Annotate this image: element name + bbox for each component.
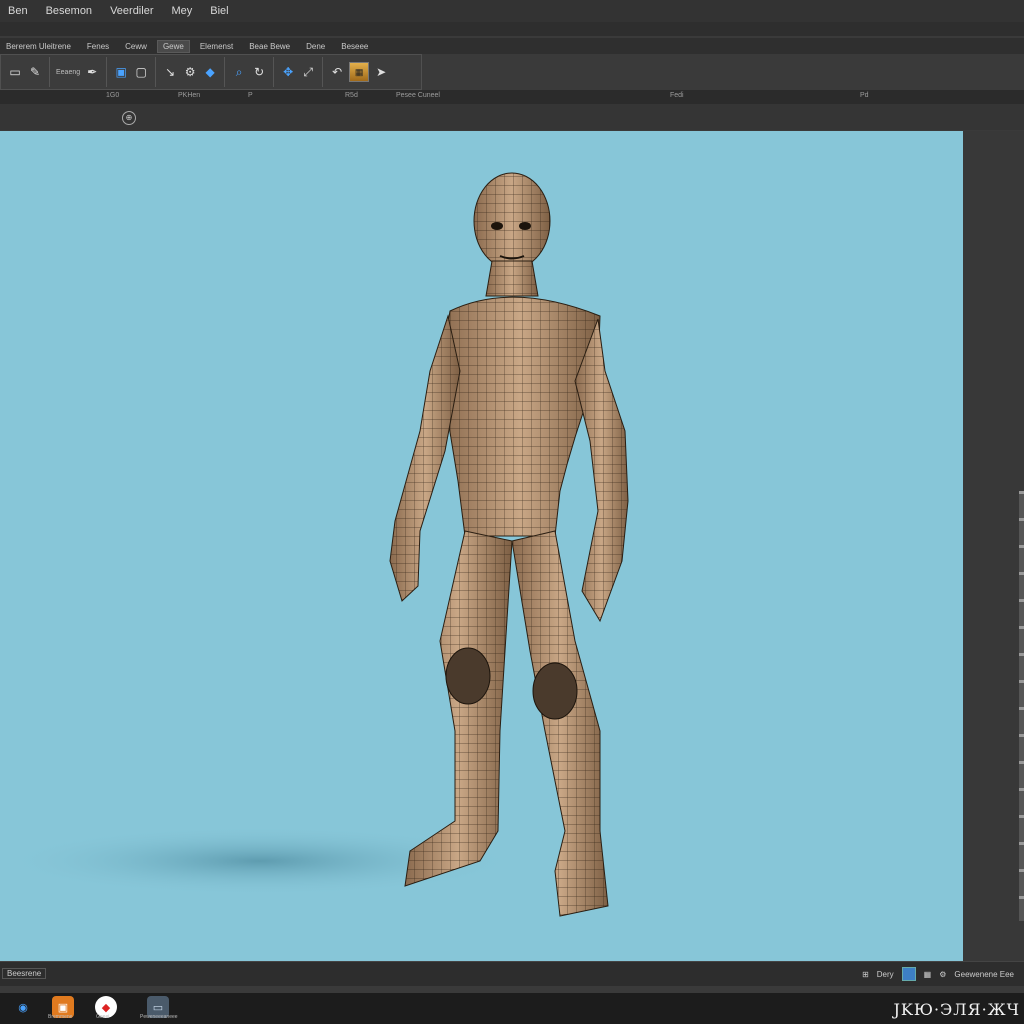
grid-icon[interactable]: ▦	[924, 970, 932, 979]
ruler-mark: 1G0	[106, 92, 120, 99]
tab-5[interactable]: Elemenst	[194, 40, 239, 53]
taskbar: ◉ ▣ Bremmene ◆ Geeei ▭ Peweneeeaneee	[0, 993, 1024, 1024]
status-right-label-2: Geewenene Eee	[954, 969, 1014, 979]
texture-icon[interactable]: ▦	[349, 62, 370, 82]
page-icon[interactable]: ▢	[133, 64, 149, 80]
menu-item-4[interactable]: Mey	[171, 5, 192, 17]
tab-1[interactable]: Bererem Uleitrene	[0, 40, 77, 53]
right-panel	[963, 131, 1024, 961]
task-label-2: Geeei	[96, 1014, 110, 1020]
drop-icon[interactable]: ◆	[202, 64, 218, 80]
settings-icon[interactable]: ⚙	[939, 970, 946, 979]
ruler-mark: PKHen	[178, 92, 201, 99]
ribbon-group-edit: Eeaeng ✒	[50, 57, 108, 87]
view-icon[interactable]: ⊞	[862, 970, 869, 979]
pen-icon[interactable]: ✒	[84, 64, 100, 80]
move-icon[interactable]: ✥	[280, 64, 296, 80]
tab-2[interactable]: Fenes	[81, 40, 115, 53]
viewport-toggle-icon[interactable]	[901, 967, 916, 981]
character-mesh[interactable]	[389, 172, 629, 917]
document-icon[interactable]: ▣	[113, 64, 129, 80]
tab-7[interactable]: Dene	[300, 40, 331, 53]
ribbon-group-tools: ↘ ⚙ ◆	[156, 57, 226, 87]
ribbon-group-transform: ✥ ⤢	[274, 57, 324, 87]
status-left-label[interactable]: Beesrene	[2, 968, 47, 979]
ruler-mark: Pesee Cuneel	[396, 92, 440, 99]
watermark-text: JKЮ·ЭЛЯ·ЖЧ	[893, 1000, 1020, 1019]
ribbon-group-select: ▭ ✎	[1, 57, 50, 87]
status-right: ⊞ Dery ▦ ⚙ Geewenene Eee	[862, 967, 1014, 981]
tab-6[interactable]: Beae Bewe	[243, 40, 296, 53]
tab-4[interactable]: Gewe	[156, 39, 190, 53]
cursor-icon[interactable]: ➤	[373, 64, 389, 80]
tab-8[interactable]: Beseee	[335, 40, 374, 53]
status-right-label: Dery	[876, 969, 894, 979]
menu-item-2[interactable]: Besemon	[46, 5, 92, 17]
menu-bar: Ben Besemon Veerdiler Mey Biel	[0, 0, 1024, 23]
knife-icon[interactable]: ↘	[162, 64, 178, 80]
status-bar: Beesrene ⊞ Dery ▦ ⚙ Geewenene Eee	[0, 961, 1024, 986]
ruler: 1G0 PKHen P R5d Pesee Cuneel Fedi Pd	[0, 90, 1024, 105]
brush-icon[interactable]: ✎	[27, 64, 43, 80]
ribbon-group-render: ↶ ▦ ➤	[323, 57, 395, 87]
viewport-canvas	[0, 172, 629, 917]
gear-icon[interactable]: ⚙	[182, 64, 198, 80]
ruler-mark: Fedi	[670, 92, 684, 99]
vertical-scrollbar[interactable]	[1019, 491, 1024, 921]
menu-item-5[interactable]: Biel	[210, 5, 228, 17]
ribbon-group-document: ▣ ▢	[107, 57, 157, 87]
ruler-mark: Pd	[860, 92, 869, 99]
ribbon-group-label: Eeaeng	[56, 68, 81, 76]
task-label-1: Bremmene	[48, 1014, 73, 1020]
scale-icon[interactable]: ⤢	[300, 64, 316, 80]
blue-app-icon[interactable]: ◉	[12, 996, 34, 1018]
ribbon-tabs: Bererem Uleitrene Fenes Ceww Gewe Elemen…	[0, 38, 1024, 54]
undo-icon[interactable]: ↶	[329, 64, 345, 80]
ribbon-toolbar: ▭ ✎ Eeaeng ✒ ▣ ▢ ↘ ⚙ ◆ ⌕ ↻ ✥ ⤢ ↶ ▦ ➤	[0, 54, 422, 90]
rotate-icon[interactable]: ↻	[251, 64, 267, 80]
ruler-mark: R5d	[345, 92, 358, 99]
toolbar-spacer	[0, 22, 1024, 36]
tab-3[interactable]: Ceww	[119, 40, 153, 53]
magnify-icon[interactable]: ⌕	[231, 64, 247, 80]
options-bar: ⊕	[0, 104, 1024, 130]
compass-icon[interactable]: ⊕	[122, 111, 136, 125]
task-label-3: Peweneeeaneee	[140, 1014, 178, 1020]
ruler-mark: P	[248, 92, 253, 99]
menu-item-1[interactable]: Ben	[8, 5, 28, 17]
select-icon[interactable]: ▭	[7, 64, 23, 80]
menu-item-3[interactable]: Veerdiler	[110, 5, 153, 17]
3d-viewport[interactable]	[0, 131, 963, 961]
ribbon-group-view: ⌕ ↻	[225, 57, 275, 87]
